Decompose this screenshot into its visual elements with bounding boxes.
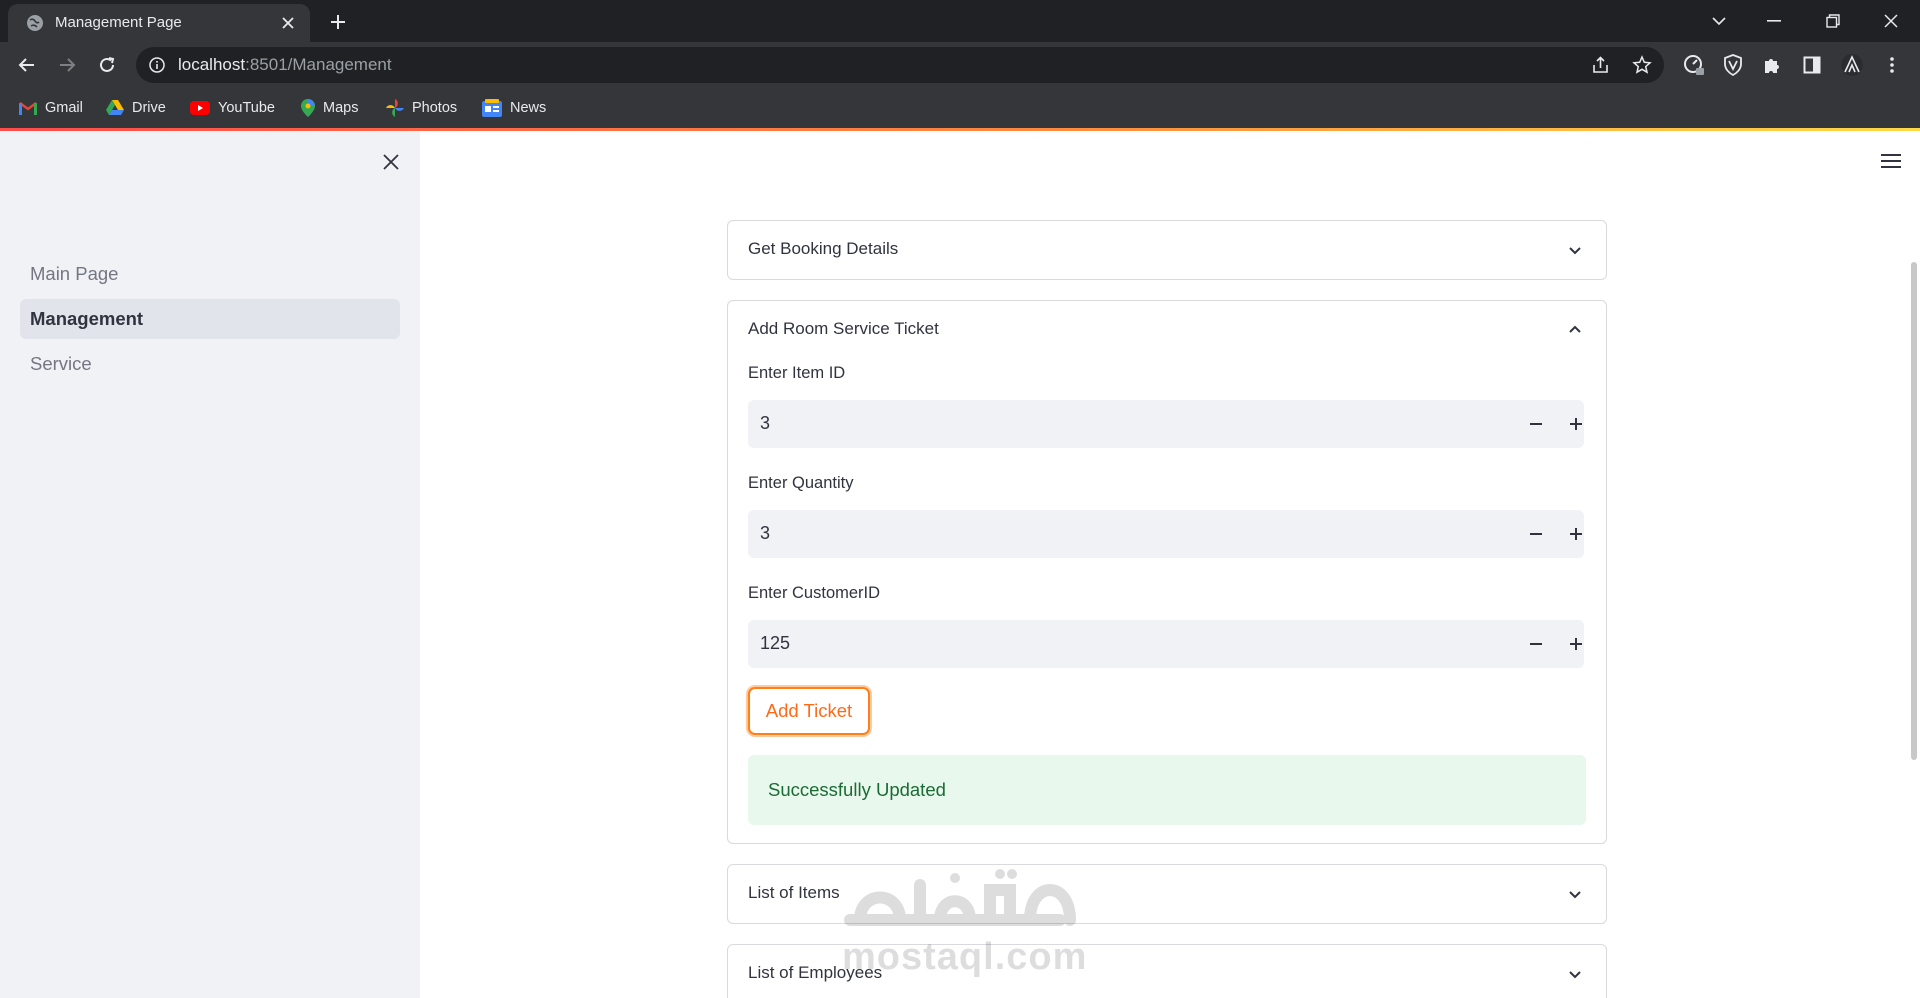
hamburger-menu-icon[interactable] [1878,148,1904,174]
expander-header[interactable]: Get Booking Details [728,221,1606,279]
expander-list-of-items: List of Items [727,864,1607,924]
bookmark-drive[interactable]: Drive [106,96,166,120]
side-panel-icon[interactable] [1800,53,1824,77]
customer-id-label: Enter CustomerID [748,584,881,602]
youtube-icon [190,101,210,115]
sidebar-item-management[interactable]: Management [20,299,400,339]
drive-icon [106,100,124,115]
bookmark-maps[interactable]: Maps [301,96,358,120]
expander-title: List of Employees [748,963,883,982]
forward-icon[interactable] [53,51,81,79]
new-tab-button[interactable] [326,10,350,34]
minimize-icon[interactable] [1761,8,1787,34]
success-alert: Successfully Updated [748,755,1586,825]
quantity-label: Enter Quantity [748,474,854,492]
chevron-down-icon [1566,965,1584,983]
minus-icon[interactable] [1524,412,1548,436]
item-id-label: Enter Item ID [748,364,846,382]
bookmark-youtube[interactable]: YouTube [190,96,275,120]
expander-header[interactable]: Add Room Service Ticket [728,301,1606,359]
close-tab-icon[interactable] [278,13,298,33]
news-icon [482,99,502,117]
page-scrollbar[interactable] [1911,262,1917,760]
gmail-icon [19,102,37,115]
item-id-input[interactable]: 3 [748,400,1584,448]
address-bar[interactable]: localhost:8501/Management [136,47,1664,83]
chevron-down-icon [1566,241,1584,259]
minus-icon[interactable] [1524,632,1548,656]
close-window-icon[interactable] [1878,8,1904,34]
customer-id-value: 125 [760,633,791,653]
shield-icon[interactable] [1721,53,1745,77]
plus-icon[interactable] [1564,632,1588,656]
bookmark-gmail[interactable]: Gmail [19,96,83,120]
expander-add-room-service-ticket: Add Room Service Ticket Enter Item ID 3 … [727,300,1607,844]
site-info-icon[interactable] [148,56,166,74]
expander-get-booking-details: Get Booking Details [727,220,1607,280]
maps-icon [301,99,315,117]
quantity-value: 3 [760,523,771,543]
puzzle-extensions-icon[interactable] [1760,53,1784,77]
quantity-input[interactable]: 3 [748,510,1584,558]
customer-id-input[interactable]: 125 [748,620,1584,668]
more-menu-icon[interactable] [1880,53,1904,77]
expander-title: List of Items [748,883,840,902]
minus-icon[interactable] [1524,522,1548,546]
profile-avatar-icon[interactable] [1840,53,1864,77]
expander-title: Get Booking Details [748,239,899,258]
expander-title: Add Room Service Ticket [748,319,939,338]
url-text: localhost:8501/Management [178,55,392,74]
expander-list-of-employees: List of Employees [727,944,1607,998]
browser-toolbar: localhost:8501/Management [0,42,1920,88]
expander-header[interactable]: List of Employees [728,945,1606,998]
plus-icon[interactable] [1564,412,1588,436]
expander-header[interactable]: List of Items [728,865,1606,923]
chevron-down-icon [1566,885,1584,903]
browser-tab-bar: Management Page [0,0,1920,42]
sidebar-item-service[interactable]: Service [20,344,400,384]
browser-tab[interactable]: Management Page [8,4,310,42]
bookmark-photos[interactable]: Photos [386,96,457,120]
share-icon[interactable] [1590,54,1612,76]
success-message: Successfully Updated [768,779,946,800]
bookmarks-bar: Gmail Drive YouTube Maps Photos News [0,88,1920,128]
reload-icon[interactable] [93,51,121,79]
chevron-up-icon [1566,321,1584,339]
close-sidebar-icon[interactable] [378,149,404,175]
sidebar-item-main-page[interactable]: Main Page [20,254,400,294]
back-icon[interactable] [13,51,41,79]
add-ticket-button[interactable]: Add Ticket [748,687,870,735]
item-id-value: 3 [760,413,771,433]
plus-icon[interactable] [1564,522,1588,546]
photos-icon [386,99,404,117]
bookmark-news[interactable]: News [482,96,546,120]
tab-title: Management Page [55,14,182,31]
restore-icon[interactable] [1820,8,1846,34]
sidebar: Main Page Management Service [0,131,420,998]
extension-speed-icon[interactable] [1682,53,1706,77]
globe-icon [26,14,44,32]
bookmark-star-icon[interactable] [1631,54,1653,76]
tab-search-icon[interactable] [1706,8,1732,34]
